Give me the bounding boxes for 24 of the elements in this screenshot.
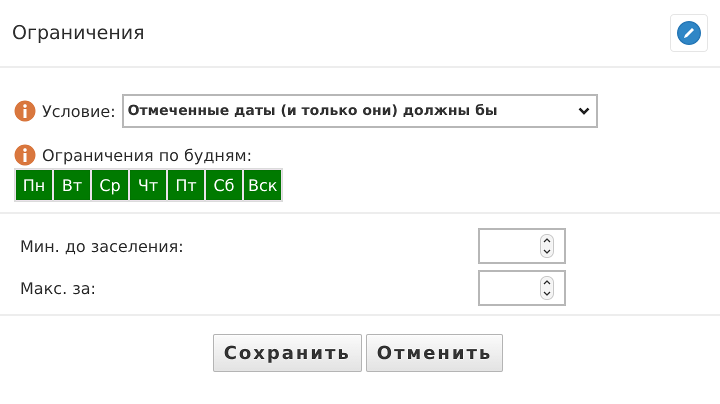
panel-title: Ограничения xyxy=(12,22,145,44)
weekday-toggle[interactable]: Вск xyxy=(244,170,282,200)
edit-button[interactable] xyxy=(670,14,708,52)
pencil-icon xyxy=(676,20,702,46)
weekday-toggle[interactable]: Сб xyxy=(206,170,242,200)
number-field[interactable] xyxy=(478,228,566,264)
spinner-arrows-icon xyxy=(540,276,554,300)
condition-select[interactable]: Отмеченные даты (и только они) должны бы xyxy=(122,94,598,128)
chevron-down-icon xyxy=(578,106,590,116)
info-icon xyxy=(14,144,36,166)
weekday-toggle[interactable]: Ср xyxy=(92,170,128,200)
weekdays-label: Ограничения по будням: xyxy=(42,146,252,164)
field-label: Макс. за: xyxy=(20,278,96,298)
weekday-toggle[interactable]: Пн xyxy=(16,170,52,200)
field-label: Мин. до заселения: xyxy=(20,236,184,256)
number-field[interactable] xyxy=(478,270,566,306)
info-icon xyxy=(14,100,36,122)
condition-label: Условие: xyxy=(42,102,116,120)
weekday-toggle[interactable]: Вт xyxy=(54,170,90,200)
spinner-arrows-icon xyxy=(540,234,554,258)
weekday-toggle[interactable]: Чт xyxy=(130,170,166,200)
form-button[interactable]: Отменить xyxy=(366,334,504,372)
form-button[interactable]: Сохранить xyxy=(212,334,362,372)
weekday-toggle[interactable]: Пт xyxy=(168,170,204,200)
